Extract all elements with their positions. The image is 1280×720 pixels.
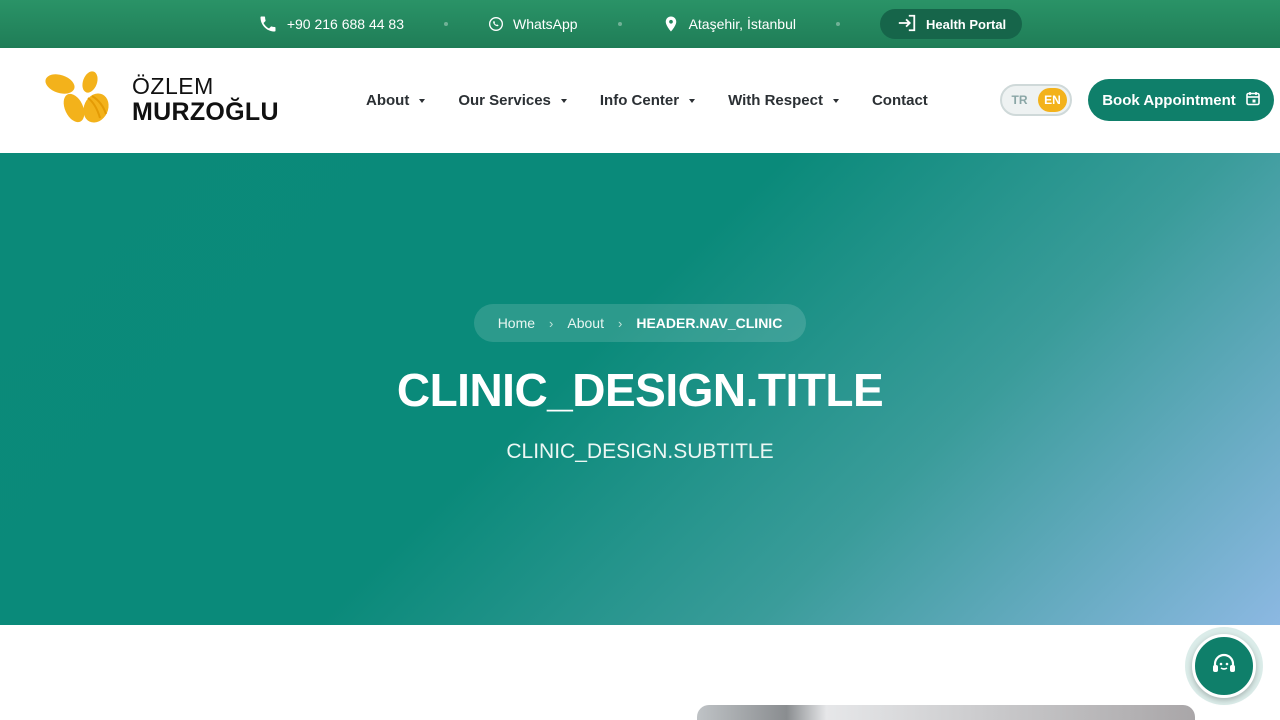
breadcrumb: Home › About › HEADER.NAV_CLINIC [474, 304, 806, 342]
divider-dot [443, 22, 448, 26]
nav-label: Contact [871, 92, 928, 109]
book-appointment-button[interactable]: Book Appointment [1088, 79, 1274, 121]
nav-item-about[interactable]: About [366, 92, 426, 109]
page-hero: Home › About › HEADER.NAV_CLINIC CLINIC_… [0, 153, 1280, 625]
breadcrumb-home[interactable]: Home [498, 315, 535, 331]
whatsapp-link[interactable]: WhatsApp [488, 0, 578, 48]
location-link[interactable]: Ataşehir, İstanbul [662, 0, 796, 48]
chevron-right-icon: › [617, 315, 623, 331]
brand-logo[interactable]: ÖZLEM MURZOĞLU [44, 68, 289, 130]
nav-item-our-services[interactable]: Our Services [458, 92, 567, 109]
health-portal-label: Health Portal [925, 16, 1007, 32]
brand-name: ÖZLEM MURZOĞLU [132, 74, 279, 126]
nav-item-contact[interactable]: Contact [872, 92, 928, 109]
support-chat-inner [1192, 634, 1256, 698]
nav-label: About [366, 92, 410, 109]
breadcrumb-about[interactable]: About [567, 315, 604, 331]
location-pin-icon [662, 14, 680, 34]
page-title: CLINIC_DESIGN.TITLE [396, 364, 884, 416]
calendar-icon [1245, 91, 1260, 110]
location-label: Ataşehir, İstanbul [688, 16, 796, 32]
lang-option-tr[interactable]: TR [1005, 88, 1034, 112]
nav-label: With Respect [728, 92, 823, 109]
brand-last-name: MURZOĞLU [132, 98, 279, 126]
chevron-right-icon: › [549, 315, 554, 331]
nav-item-with-respect[interactable]: With Respect [728, 92, 839, 109]
caret-down-icon [419, 98, 426, 103]
book-appointment-label: Book Appointment [1102, 91, 1236, 109]
language-switcher[interactable]: TR EN [1000, 84, 1072, 116]
caret-down-icon [689, 98, 696, 103]
page-subtitle: CLINIC_DESIGN.SUBTITLE [506, 440, 774, 463]
nav-label: Our Services [458, 92, 551, 109]
top-bar: +90 216 688 44 83 WhatsApp Ataşehir, İst… [0, 0, 1280, 48]
login-icon [896, 13, 918, 36]
health-portal-button[interactable]: Health Portal [879, 9, 1023, 39]
caret-down-icon [832, 98, 839, 103]
main-header: ÖZLEM MURZOĞLU About Our Services Info C… [0, 48, 1280, 153]
whatsapp-label: WhatsApp [512, 16, 578, 32]
bee-logo-icon [44, 68, 114, 130]
clinic-photo [697, 705, 1195, 720]
nav-label: Info Center [599, 92, 680, 109]
main-nav: About Our Services Info Center With Resp… [366, 48, 961, 153]
lang-option-en[interactable]: EN [1038, 88, 1067, 112]
nav-item-info-center[interactable]: Info Center [599, 92, 696, 109]
divider-dot [617, 22, 622, 26]
caret-down-icon [560, 98, 567, 103]
phone-number: +90 216 688 44 83 [286, 16, 404, 32]
brand-first-name: ÖZLEM [132, 73, 214, 99]
phone-link[interactable]: +90 216 688 44 83 [258, 0, 404, 48]
support-chat-button[interactable] [1185, 627, 1263, 705]
whatsapp-icon [488, 16, 504, 32]
headset-icon [1211, 652, 1237, 681]
divider-dot [835, 22, 840, 26]
phone-icon [258, 14, 278, 34]
breadcrumb-current: HEADER.NAV_CLINIC [636, 315, 783, 331]
